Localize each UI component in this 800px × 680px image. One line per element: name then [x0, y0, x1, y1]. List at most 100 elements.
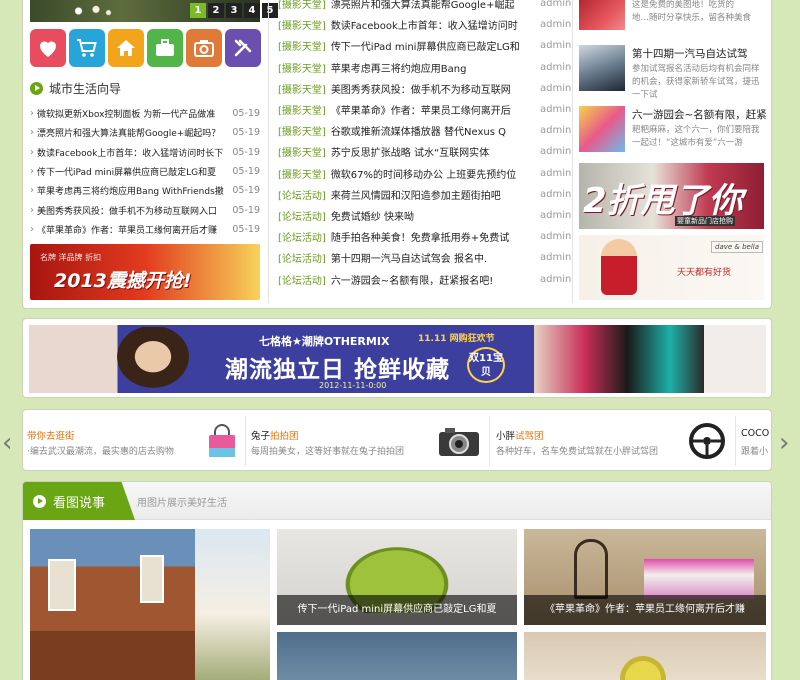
news-author[interactable]: admin — [540, 231, 571, 242]
carousel-item-title[interactable]: 小胖试驾团 — [496, 428, 544, 442]
news-category[interactable]: [摄影天堂] — [278, 60, 326, 75]
carousel-item-title[interactable]: 带你去逛街 — [27, 428, 75, 442]
news-item[interactable]: [摄影天堂] 苹果考虑再三将约炮应用Bang admin — [278, 57, 571, 78]
slider-image[interactable]: 1 2 3 4 5 — [30, 0, 278, 22]
news-title[interactable]: 漂亮照片和强大算法真能帮Google+崛起 — [331, 0, 534, 11]
news-author[interactable]: admin — [540, 189, 571, 200]
carousel-item-drive[interactable]: 小胖试驾团 各种好车，名车免费试驾就在小胖试驾团 — [496, 410, 732, 470]
list-item-link[interactable]: 美图秀秀获风投：做手机不为移动互联网入口 — [37, 204, 228, 217]
photo-sky[interactable] — [277, 632, 517, 680]
slide-page-3[interactable]: 3 — [226, 3, 242, 18]
news-title[interactable]: 来荷兰风情园和汉阳造参加主题街拍吧 — [331, 187, 534, 202]
news-author[interactable]: admin — [540, 146, 571, 157]
news-title[interactable]: 谷歌或推新流媒体播放器 替代Nexus Q — [331, 123, 534, 138]
list-item-link[interactable]: 传下一代iPad mini屏幕供应商已敲定LG和夏 — [37, 165, 228, 178]
news-item[interactable]: [论坛活动] 免费试婚纱 快来呦 admin — [278, 205, 571, 226]
news-item[interactable]: [摄影天堂] 美图秀秀获风投：做手机不为移动互联网 admin — [278, 78, 571, 99]
carousel-item-coco[interactable]: COCO 跟着小 — [741, 410, 771, 470]
list-item[interactable]: 微软拟更新Xbox控制面板 为新一代产品做准 05-19 — [30, 104, 260, 123]
news-item[interactable]: [摄影天堂] 数读Facebook上市首年：收入猛增访问时 admin — [278, 14, 571, 35]
carousel-item-photo[interactable]: 兔子拍拍团 每周拍美女，这等好事就在兔子拍拍团 — [251, 410, 487, 470]
news-author[interactable]: admin — [540, 83, 571, 94]
news-item[interactable]: [论坛活动] 六一游园会~名额有限，赶紧报名吧! admin — [278, 268, 571, 289]
news-item[interactable]: [摄影天堂] 谷歌或推新流媒体播放器 替代Nexus Q admin — [278, 120, 571, 141]
news-item[interactable]: [摄影天堂] 传下一代iPad mini屏幕供应商已敲定LG和 admin — [278, 35, 571, 56]
right-item-title[interactable]: 六一游园会~名额有限，赶紧 — [632, 107, 767, 122]
carousel-item-shopping[interactable]: 带你去逛街 ·编去武汉最潮流，最实惠的店去购物 — [27, 410, 245, 470]
news-title[interactable]: 苏宁反思扩张战略 试水“互联网实体 — [331, 144, 534, 159]
news-author[interactable]: admin — [540, 19, 571, 30]
list-item[interactable]: 数读Facebook上市首年：收入猛增访问时长下 05-19 — [30, 143, 260, 162]
list-item-link[interactable]: 数读Facebook上市首年：收入猛增访问时长下 — [37, 146, 228, 159]
news-category[interactable]: [摄影天堂] — [278, 81, 326, 96]
photo-bedroom[interactable]: 《苹果革命》作者：苹果员工缘何离开后才赚 — [524, 529, 766, 625]
carousel-item-title[interactable]: 兔子拍拍团 — [251, 428, 299, 442]
news-category[interactable]: [论坛活动] — [278, 208, 326, 223]
kids-clothing-ad[interactable]: dave & bella 天天都有好货 — [579, 235, 764, 300]
news-title[interactable]: 第十四期一汽马自达试驾会 报名中. — [331, 250, 534, 265]
list-item[interactable]: 漂亮照片和强大算法真能帮Google+崛起吗？ 05-19 — [30, 123, 260, 142]
news-category[interactable]: [摄影天堂] — [278, 144, 326, 159]
news-author[interactable]: admin — [540, 104, 571, 115]
carousel-next-icon[interactable]: › — [779, 430, 789, 456]
list-item-link[interactable]: 苹果考虑再三将约炮应用Bang WithFriends撤 — [37, 184, 228, 197]
news-category[interactable]: [论坛活动] — [278, 272, 326, 287]
ad-2013-banner[interactable]: 名牌 洋品牌 折扣 2013震撼开抢! — [30, 244, 260, 300]
news-author[interactable]: admin — [540, 40, 571, 51]
home-icon[interactable] — [108, 29, 144, 67]
carousel-prev-icon[interactable]: ‹ — [2, 430, 12, 456]
news-category[interactable]: [摄影天堂] — [278, 123, 326, 138]
news-title[interactable]: 随手拍各种美食！免费拿抵用券+免费试 — [331, 229, 534, 244]
photo-building[interactable] — [30, 529, 270, 680]
news-author[interactable]: admin — [540, 210, 571, 221]
right-item-title[interactable]: 第十四期一汽马自达试驾 — [632, 46, 748, 61]
news-category[interactable]: [论坛活动] — [278, 187, 326, 202]
news-category[interactable]: [摄影天堂] — [278, 166, 326, 181]
news-author[interactable]: admin — [540, 252, 571, 263]
news-category[interactable]: [摄影天堂] — [278, 0, 326, 11]
news-title[interactable]: 数读Facebook上市首年：收入猛增访问时 — [331, 17, 534, 32]
news-category[interactable]: [论坛活动] — [278, 250, 326, 265]
news-item[interactable]: [摄影天堂] 漂亮照片和强大算法真能帮Google+崛起 admin — [278, 0, 571, 14]
news-category[interactable]: [摄影天堂] — [278, 38, 326, 53]
slide-page-2[interactable]: 2 — [208, 3, 224, 18]
list-item-link[interactable]: 漂亮照片和强大算法真能帮Google+崛起吗？ — [37, 126, 228, 139]
news-category[interactable]: [摄影天堂] — [278, 102, 326, 117]
photo-tab[interactable]: 看图说事 — [23, 482, 135, 520]
news-item[interactable]: [论坛活动] 来荷兰风情园和汉阳造参加主题街拍吧 admin — [278, 184, 571, 205]
news-author[interactable]: admin — [540, 62, 571, 73]
news-author[interactable]: admin — [540, 274, 571, 285]
news-title[interactable]: 微软67%的时间移动办公 上班要先预约位 — [331, 166, 534, 181]
carousel-item-title[interactable]: COCO — [741, 428, 769, 439]
news-title[interactable]: 《苹果革命》作者：苹果员工缘何离开后 — [331, 102, 534, 117]
news-category[interactable]: [摄影天堂] — [278, 17, 326, 32]
photo-handbag[interactable]: 传下一代iPad mini屏幕供应商已敲定LG和夏 — [277, 529, 517, 625]
news-item[interactable]: [摄影天堂] 苏宁反思扩张战略 试水“互联网实体 admin — [278, 141, 571, 162]
news-item[interactable]: [摄影天堂] 微软67%的时间移动办公 上班要先预约位 admin — [278, 163, 571, 184]
news-title[interactable]: 免费试婚纱 快来呦 — [331, 208, 534, 223]
camera-icon[interactable] — [186, 29, 222, 67]
heart-icon[interactable] — [30, 29, 66, 67]
news-category[interactable]: [论坛活动] — [278, 229, 326, 244]
right-item-car[interactable]: 第十四期一汽马自达试驾 参加试驾报名活动后均有机会同样的机会，获得家新轿车试驾，… — [579, 45, 764, 100]
cart-icon[interactable] — [69, 29, 105, 67]
briefcase-icon[interactable] — [147, 29, 183, 67]
news-item[interactable]: [论坛活动] 第十四期一汽马自达试驾会 报名中. admin — [278, 247, 571, 268]
news-item[interactable]: [论坛活动] 随手拍各种美食！免费拿抵用券+免费试 admin — [278, 226, 571, 247]
list-item[interactable]: 苹果考虑再三将约炮应用Bang WithFriends撤 05-19 — [30, 181, 260, 200]
slide-page-5[interactable]: 5 — [262, 3, 278, 18]
right-top-item[interactable]: 这是免费的美图地！吃货的 地…随时分享快乐，留各种美食 — [579, 0, 764, 31]
right-item-children[interactable]: 六一游园会~名额有限，赶紧 耙粑麻麻，这个六一，你们要陪我一起过！“这城市有爱”… — [579, 106, 767, 156]
list-item[interactable]: 传下一代iPad mini屏幕供应商已敲定LG和夏 05-19 — [30, 162, 260, 181]
list-item[interactable]: 《苹果革命》作者：苹果员工缘何离开后才赚 05-19 — [30, 220, 260, 239]
list-item-link[interactable]: 微软拟更新Xbox控制面板 为新一代产品做准 — [37, 107, 228, 120]
slide-page-4[interactable]: 4 — [244, 3, 260, 18]
discount-ad[interactable]: 2折甩了你 婴童新品门店抢购 — [579, 163, 764, 229]
photo-caption[interactable]: 《苹果革命》作者：苹果员工缘何离开后才赚 — [524, 595, 766, 625]
news-item[interactable]: [摄影天堂] 《苹果革命》作者：苹果员工缘何离开后 admin — [278, 99, 571, 120]
promo-banner[interactable]: 七格格★潮牌OTHERMIX 11.11 网购狂欢节 潮流独立日 抢鲜收藏 20… — [29, 325, 766, 393]
news-author[interactable]: admin — [540, 125, 571, 136]
news-title[interactable]: 传下一代iPad mini屏幕供应商已敲定LG和 — [331, 38, 534, 53]
photo-yellow[interactable] — [524, 632, 766, 680]
news-title[interactable]: 六一游园会~名额有限，赶紧报名吧! — [331, 272, 534, 287]
